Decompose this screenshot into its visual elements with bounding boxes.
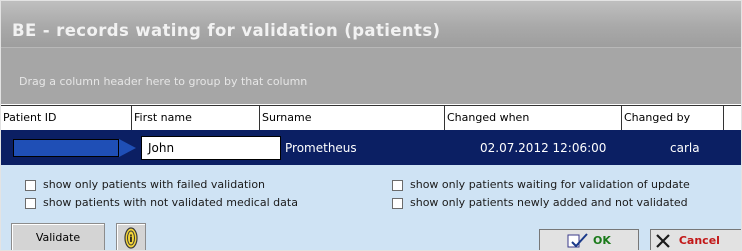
newly-added-checkbox[interactable] [392, 198, 403, 209]
failed-validation-checkbox[interactable] [25, 180, 36, 191]
info-icon: i [124, 227, 138, 249]
column-header-row: Patient ID First name Surname Changed wh… [1, 105, 741, 131]
changed-by-cell[interactable]: carla [670, 136, 700, 160]
column-header-first-name[interactable]: First name [132, 106, 260, 130]
row-pointer-icon [119, 139, 136, 157]
validate-button-label: Validate [35, 231, 81, 244]
waiting-update-checkbox[interactable] [392, 180, 403, 191]
waiting-update-label: show only patients waiting for validatio… [410, 178, 690, 191]
not-validated-medical-label: show patients with not validated medical… [43, 196, 298, 209]
validate-button[interactable]: Validate [11, 223, 105, 250]
cancel-button-label: Cancel [678, 234, 720, 247]
window-title: BE - records wating for validation (pati… [12, 21, 441, 40]
group-by-hint: Drag a column header here to group by th… [19, 75, 308, 88]
changed-when-cell[interactable]: 02.07.2012 12:06:00 [480, 136, 606, 160]
column-header-changed-when[interactable]: Changed when [445, 106, 622, 130]
ok-button-label: OK [592, 234, 611, 247]
column-header-changed-by[interactable]: Changed by [622, 106, 724, 130]
x-icon [656, 234, 670, 248]
patient-id-cell[interactable] [13, 139, 119, 157]
info-button[interactable]: i [116, 223, 146, 250]
surname-cell[interactable]: Prometheus [285, 136, 357, 160]
validation-window: BE - records wating for validation (pati… [0, 0, 742, 251]
group-by-panel[interactable]: Drag a column header here to group by th… [1, 47, 741, 104]
ok-button[interactable]: OK [539, 229, 639, 250]
svg-text:i: i [129, 234, 132, 245]
table-row[interactable]: John Prometheus 02.07.2012 12:06:00 carl… [1, 130, 741, 165]
checkmark-icon [567, 233, 588, 248]
not-validated-medical-checkbox[interactable] [25, 198, 36, 209]
failed-validation-label: show only patients with failed validatio… [43, 178, 266, 191]
title-bar: BE - records wating for validation (pati… [1, 1, 741, 47]
cancel-button[interactable]: Cancel [650, 229, 741, 250]
column-header-patient-id[interactable]: Patient ID [1, 106, 132, 130]
newly-added-label: show only patients newly added and not v… [410, 196, 688, 209]
column-header-surname[interactable]: Surname [260, 106, 445, 130]
first-name-cell[interactable]: John [141, 136, 281, 160]
